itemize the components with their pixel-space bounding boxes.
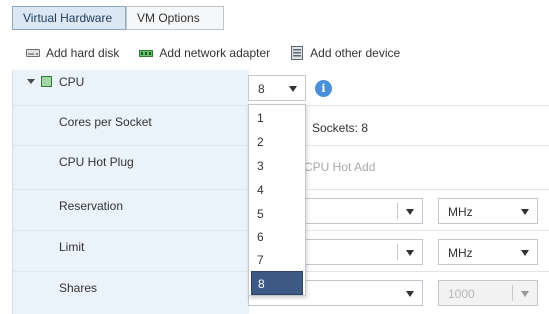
add-other-device-button[interactable]: Add other device — [290, 46, 400, 60]
dropdown-option[interactable]: 2 — [251, 130, 303, 154]
chevron-down-icon — [406, 209, 414, 215]
dropdown-option[interactable]: 5 — [251, 202, 303, 226]
tab-vm-options[interactable]: VM Options — [126, 6, 224, 30]
limit-label: Limit — [59, 240, 85, 254]
select-divider — [512, 285, 513, 301]
reservation-label: Reservation — [59, 199, 124, 213]
chevron-down-icon — [406, 291, 414, 297]
add-hard-disk-label: Add hard disk — [46, 46, 120, 60]
cpu-hot-plug-label: CPU Hot Plug — [59, 155, 134, 169]
cpu-count-dropdown: 1 2 3 4 5 6 7 8 — [248, 104, 306, 296]
cpu-hot-add-label: CPU Hot Add — [304, 160, 376, 174]
sockets-info: Sockets: 8 — [312, 121, 369, 135]
shares-value-field: 1000 — [438, 280, 538, 306]
limit-unit-value: MHz — [448, 246, 473, 260]
select-divider — [397, 203, 398, 219]
add-other-device-label: Add other device — [310, 46, 401, 60]
add-hard-disk-button[interactable]: Add hard disk — [26, 46, 119, 60]
info-icon[interactable]: i — [315, 80, 332, 97]
reservation-unit-select[interactable]: MHz — [438, 198, 538, 224]
limit-unit-select[interactable]: MHz — [438, 239, 538, 265]
select-divider — [397, 244, 398, 260]
shares-label: Shares — [59, 281, 98, 295]
cpu-chip-icon — [41, 76, 52, 87]
hard-disk-icon — [26, 49, 40, 57]
shares-value: 1000 — [448, 287, 475, 301]
network-adapter-icon — [139, 50, 154, 57]
expand-chevron-icon[interactable] — [27, 79, 35, 84]
reservation-unit-value: MHz — [448, 205, 473, 219]
dropdown-option[interactable]: 3 — [251, 154, 303, 178]
add-network-adapter-button[interactable]: Add network adapter — [139, 46, 270, 60]
dropdown-option[interactable]: 4 — [251, 178, 303, 202]
chevron-down-icon — [521, 250, 529, 256]
chevron-down-icon — [289, 86, 297, 92]
chevron-down-icon — [406, 250, 414, 256]
tab-virtual-hardware[interactable]: Virtual Hardware — [12, 6, 126, 30]
hardware-toolbar: Add hard disk Add network adapter Add ot… — [26, 44, 420, 62]
add-network-adapter-label: Add network adapter — [159, 46, 271, 60]
dropdown-option[interactable]: 7 — [251, 248, 303, 272]
dropdown-option-selected[interactable]: 8 — [251, 271, 303, 295]
dropdown-option[interactable]: 6 — [251, 225, 303, 249]
cpu-label: CPU — [59, 75, 85, 89]
dropdown-option[interactable]: 1 — [251, 106, 303, 130]
chevron-down-icon — [521, 291, 529, 297]
device-icon — [291, 46, 304, 60]
cpu-count-select[interactable]: 8 — [248, 75, 306, 101]
chevron-down-icon — [521, 209, 529, 215]
cpu-count-value: 8 — [258, 82, 265, 96]
cores-per-socket-label: Cores per Socket — [59, 115, 152, 129]
